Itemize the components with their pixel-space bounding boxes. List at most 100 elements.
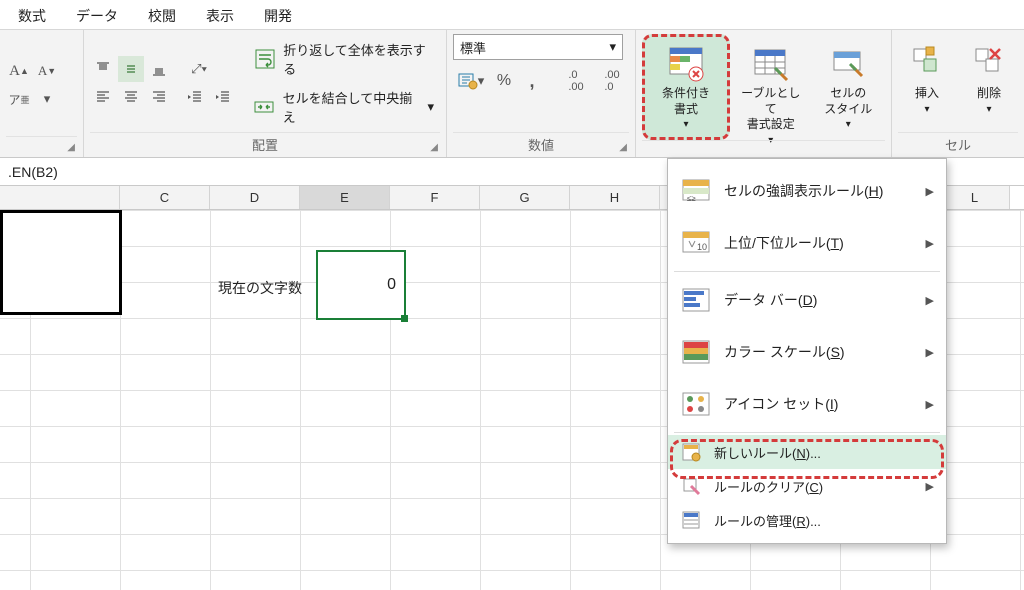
active-cell-E[interactable]: 0 bbox=[316, 250, 406, 320]
submenu-arrow-icon: ▶ bbox=[926, 346, 934, 359]
col-header-H[interactable]: H bbox=[570, 186, 660, 209]
orientation-icon[interactable]: ⤢▾ bbox=[182, 56, 216, 82]
menu-label: ルールの管理(R)... bbox=[714, 511, 821, 530]
col-header-L[interactable]: L bbox=[940, 186, 1010, 209]
align-center-icon[interactable] bbox=[118, 84, 144, 110]
tab-formulas[interactable]: 数式 bbox=[18, 6, 46, 26]
icon-sets-icon bbox=[680, 388, 712, 420]
dropdown-icon: ▾ bbox=[924, 104, 929, 115]
tab-developer[interactable]: 開発 bbox=[264, 6, 292, 26]
decrease-decimal-icon[interactable]: .00.0 bbox=[595, 68, 629, 94]
cell-styles-label: セルの スタイル bbox=[824, 86, 872, 117]
top-bottom-icon: 10 bbox=[680, 227, 712, 259]
delete-cells-label: 削除 bbox=[977, 86, 1001, 102]
menu-icon-sets[interactable]: アイコン セット(I) ▶ bbox=[668, 378, 946, 430]
dropdown-icon: ▾ bbox=[427, 99, 434, 115]
menu-label: 上位/下位ルール(T) bbox=[724, 233, 844, 253]
new-rule-icon bbox=[680, 441, 702, 463]
insert-cells-button[interactable]: 挿入 ▾ bbox=[898, 35, 956, 131]
cell-styles-button[interactable]: セルの スタイル ▾ bbox=[812, 39, 886, 135]
menu-label: アイコン セット(I) bbox=[724, 394, 838, 414]
wrap-text-button[interactable]: 折り返して全体を表示する bbox=[246, 37, 440, 81]
tab-data[interactable]: データ bbox=[76, 6, 118, 26]
conditional-formatting-button[interactable]: 条件付き 書式 ▾ bbox=[647, 39, 725, 135]
menu-data-bars[interactable]: データ バー(D) ▶ bbox=[668, 274, 946, 326]
cell-styles-icon bbox=[826, 44, 870, 84]
group-styles: 条件付き 書式 ▾ ーブルとして 書式設定 ▾ bbox=[636, 30, 892, 157]
tab-view[interactable]: 表示 bbox=[206, 6, 234, 26]
font-dialog-launcher-icon[interactable]: ◢ bbox=[67, 142, 75, 153]
number-dialog-launcher-icon[interactable]: ◢ bbox=[619, 142, 627, 153]
group-caption-number: 数値 bbox=[528, 138, 554, 153]
ribbon-tabs: 数式 データ 校閲 表示 開発 bbox=[0, 0, 1024, 30]
merge-center-label: セルを結合して中央揃え bbox=[283, 88, 418, 126]
merge-center-button[interactable]: セルを結合して中央揃え ▾ bbox=[246, 85, 440, 129]
submenu-arrow-icon: ▶ bbox=[926, 398, 934, 411]
col-header-D[interactable]: D bbox=[210, 186, 300, 209]
group-cells: 挿入 ▾ 削除 ▾ セル bbox=[892, 30, 1024, 157]
phonetic-guide-icon[interactable]: ア亜 bbox=[6, 86, 32, 112]
number-format-select[interactable]: 標準 ▾ bbox=[453, 34, 623, 60]
delete-cells-button[interactable]: 削除 ▾ bbox=[960, 35, 1018, 131]
color-scales-icon bbox=[680, 336, 712, 368]
menu-clear-rules[interactable]: ルールのクリア(C) ▶ bbox=[668, 469, 946, 503]
number-format-selected: 標準 bbox=[460, 38, 486, 57]
group-number: 標準 ▾ ▾ % , .0.00 .00.0 数値 ◢ bbox=[447, 30, 636, 157]
menu-new-rule[interactable]: 新しいルール(N)... bbox=[668, 435, 946, 469]
menu-manage-rules[interactable]: ルールの管理(R)... bbox=[668, 503, 946, 537]
ribbon: A▲ A▼ ア亜 ▾ ◢ bbox=[0, 30, 1024, 158]
decrease-indent-icon[interactable] bbox=[182, 84, 208, 110]
menu-highlight-cells-rules[interactable]: ≤≥ セルの強調表示ルール(H) ▶ bbox=[668, 165, 946, 217]
align-middle-icon[interactable] bbox=[118, 56, 144, 82]
conditional-formatting-icon bbox=[664, 44, 708, 84]
cell-D-label[interactable]: 現在の文字数 bbox=[210, 272, 310, 304]
col-header-E[interactable]: E bbox=[300, 186, 390, 209]
increase-decimal-icon[interactable]: .0.00 bbox=[559, 68, 593, 94]
clear-rules-icon bbox=[680, 475, 702, 497]
svg-text:≤≥: ≤≥ bbox=[687, 194, 696, 203]
insert-cells-icon bbox=[905, 40, 949, 84]
menu-label: カラー スケール(S) bbox=[724, 342, 845, 362]
menu-top-bottom-rules[interactable]: 10 上位/下位ルール(T) ▶ bbox=[668, 217, 946, 269]
align-left-icon[interactable] bbox=[90, 84, 116, 110]
wrap-text-icon bbox=[252, 46, 277, 72]
group-caption-alignment: 配置 bbox=[252, 138, 278, 153]
decrease-font-icon[interactable]: A▼ bbox=[34, 58, 60, 84]
conditional-formatting-menu: ≤≥ セルの強調表示ルール(H) ▶ 10 上位/下位ルール(T) ▶ データ … bbox=[667, 158, 947, 544]
comma-format-icon[interactable]: , bbox=[519, 68, 545, 94]
delete-cells-icon bbox=[967, 40, 1011, 84]
col-header-C[interactable]: C bbox=[120, 186, 210, 209]
wrap-text-label: 折り返して全体を表示する bbox=[283, 40, 434, 78]
align-right-icon[interactable] bbox=[146, 84, 172, 110]
dropdown-icon: ▾ bbox=[986, 104, 991, 115]
bordered-range bbox=[0, 210, 122, 315]
increase-font-icon[interactable]: A▲ bbox=[6, 58, 32, 84]
format-as-table-icon bbox=[749, 44, 793, 84]
menu-color-scales[interactable]: カラー スケール(S) ▶ bbox=[668, 326, 946, 378]
increase-indent-icon[interactable] bbox=[210, 84, 236, 110]
alignment-dialog-launcher-icon[interactable]: ◢ bbox=[430, 142, 438, 153]
percent-format-icon[interactable]: % bbox=[491, 68, 517, 94]
align-bottom-icon[interactable] bbox=[146, 56, 172, 82]
col-header-F[interactable]: F bbox=[390, 186, 480, 209]
col-header-G[interactable]: G bbox=[480, 186, 570, 209]
col-header-blank[interactable] bbox=[0, 186, 120, 209]
tab-review[interactable]: 校閲 bbox=[148, 6, 176, 26]
format-as-table-label: ーブルとして 書式設定 bbox=[737, 86, 805, 133]
accounting-format-icon[interactable]: ▾ bbox=[453, 68, 489, 94]
menu-label: セルの強調表示ルール(H) bbox=[724, 181, 883, 201]
format-as-table-button[interactable]: ーブルとして 書式設定 ▾ bbox=[734, 39, 808, 135]
align-top-icon[interactable] bbox=[90, 56, 116, 82]
group-font: A▲ A▼ ア亜 ▾ ◢ bbox=[0, 30, 84, 157]
fill-handle[interactable] bbox=[401, 315, 408, 322]
highlight-cells-icon: ≤≥ bbox=[680, 175, 712, 207]
manage-rules-icon bbox=[680, 509, 702, 531]
dropdown-icon[interactable]: ▾ bbox=[34, 86, 60, 112]
submenu-arrow-icon: ▶ bbox=[926, 185, 934, 198]
dropdown-icon: ▾ bbox=[846, 119, 851, 130]
insert-cells-label: 挿入 bbox=[915, 86, 939, 102]
submenu-arrow-icon: ▶ bbox=[926, 237, 934, 250]
active-cell-value: 0 bbox=[387, 276, 396, 294]
dropdown-icon: ▾ bbox=[609, 39, 616, 55]
data-bars-icon bbox=[680, 284, 712, 316]
